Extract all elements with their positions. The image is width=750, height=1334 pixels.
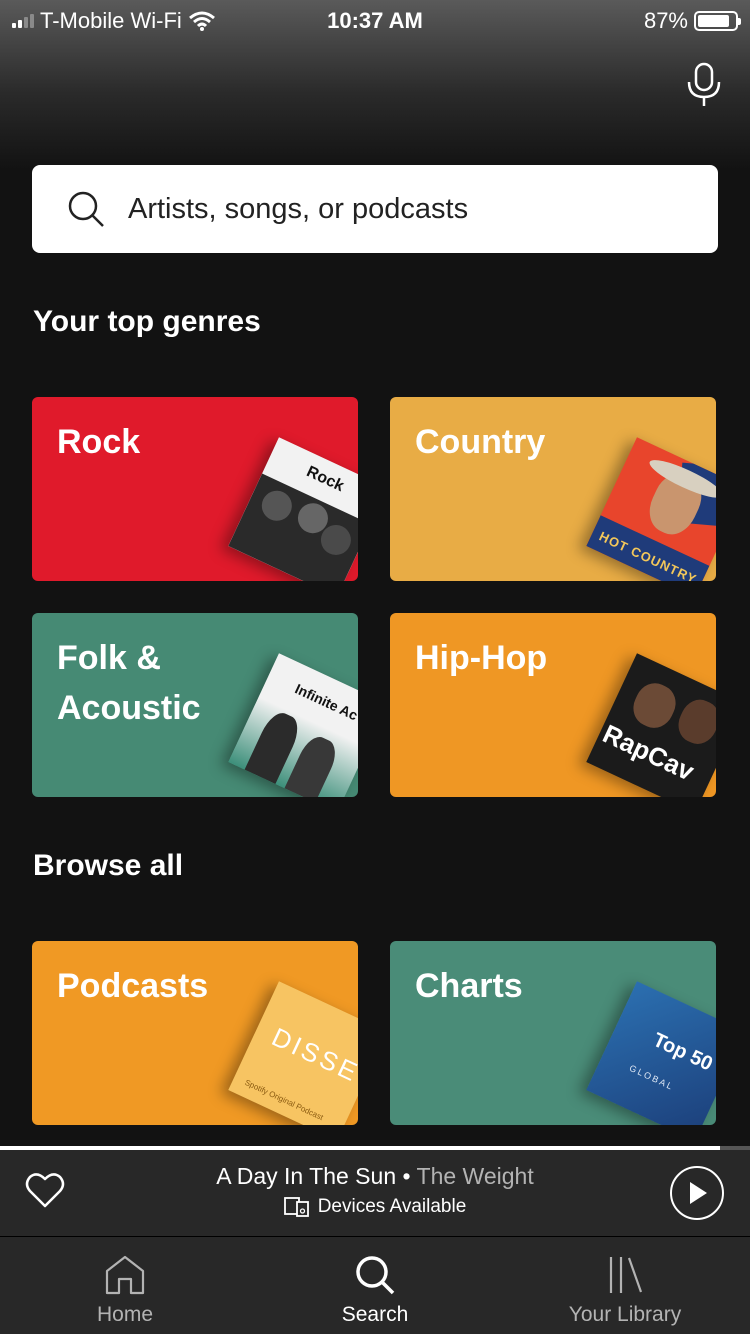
charts-cover: Top 50 GLOBAL	[586, 981, 716, 1125]
clock: 10:37 AM	[327, 8, 423, 33]
cover-subtext: GLOBAL	[627, 1062, 676, 1093]
mini-player[interactable]: A Day In The Sun • The Weight Devices Av…	[0, 1150, 750, 1237]
tile-label: Rock	[57, 423, 141, 461]
playlist-cover-country: HOT COUNTRY	[586, 437, 716, 581]
track-title: A Day In The Sun	[216, 1163, 397, 1189]
section-title-browse-all: Browse all	[33, 849, 184, 882]
tab-bar: Home Search Your Library	[0, 1237, 750, 1334]
play-icon	[690, 1182, 707, 1204]
microphone-icon[interactable]	[684, 62, 724, 108]
home-icon	[105, 1255, 145, 1295]
cover-text: DISSEC	[267, 1021, 358, 1098]
devices-indicator[interactable]: Devices Available	[0, 1196, 750, 1218]
tile-label: Folk & Acoustic	[57, 639, 201, 727]
tab-your-library[interactable]: Your Library	[500, 1237, 750, 1334]
devices-icon	[283, 1197, 309, 1217]
separator: •	[396, 1163, 417, 1189]
tile-label: Country	[415, 423, 546, 461]
cover-text: Top 50	[649, 1028, 716, 1076]
devices-label: Devices Available	[317, 1196, 467, 1217]
section-title-top-genres: Your top genres	[33, 305, 261, 338]
search-icon	[68, 191, 104, 227]
genre-tile-country[interactable]: Country HOT COUNTRY	[390, 397, 716, 581]
genre-tile-folk-acoustic[interactable]: Folk & Acoustic Infinite Ac	[32, 613, 358, 797]
browse-tile-podcasts[interactable]: Podcasts DISSEC Spotify Original Podcast	[32, 941, 358, 1125]
playlist-cover-rock: Rock	[228, 437, 358, 581]
browse-tile-charts[interactable]: Charts Top 50 GLOBAL	[390, 941, 716, 1125]
podcast-cover: DISSEC Spotify Original Podcast	[228, 981, 358, 1125]
track-artist: The Weight	[416, 1163, 534, 1189]
library-icon	[609, 1257, 643, 1293]
status-bar: T-Mobile Wi-Fi 10:37 AM 87%	[0, 0, 750, 42]
cover-subtext: Spotify Original Podcast	[243, 1077, 325, 1123]
genre-tile-rock[interactable]: Rock Rock	[32, 397, 358, 581]
playlist-cover-folk: Infinite Ac	[228, 653, 358, 797]
tile-label: Charts	[415, 967, 523, 1005]
search-placeholder: Artists, songs, or podcasts	[128, 192, 469, 225]
tab-label: Your Library	[568, 1303, 682, 1326]
battery-percent: 87%	[643, 8, 688, 33]
cover-text: Rock	[303, 463, 347, 496]
tab-label: Search	[341, 1303, 409, 1326]
genre-tile-hip-hop[interactable]: Hip-Hop RapCav	[390, 613, 716, 797]
play-button[interactable]	[670, 1166, 724, 1220]
battery-fill	[698, 15, 729, 27]
tile-label: Podcasts	[57, 967, 209, 1005]
cover-text: Infinite Ac	[292, 680, 358, 724]
tab-home[interactable]: Home	[0, 1237, 250, 1334]
tile-label: Hip-Hop	[415, 639, 548, 677]
tab-search[interactable]: Search	[250, 1237, 500, 1334]
battery-icon	[694, 11, 741, 31]
now-playing-line: A Day In The Sun • The Weight	[0, 1163, 750, 1190]
search-input[interactable]: Artists, songs, or podcasts	[32, 165, 718, 253]
search-icon	[356, 1256, 395, 1295]
playlist-cover-hiphop: RapCav	[586, 653, 716, 797]
tab-label: Home	[96, 1303, 154, 1326]
